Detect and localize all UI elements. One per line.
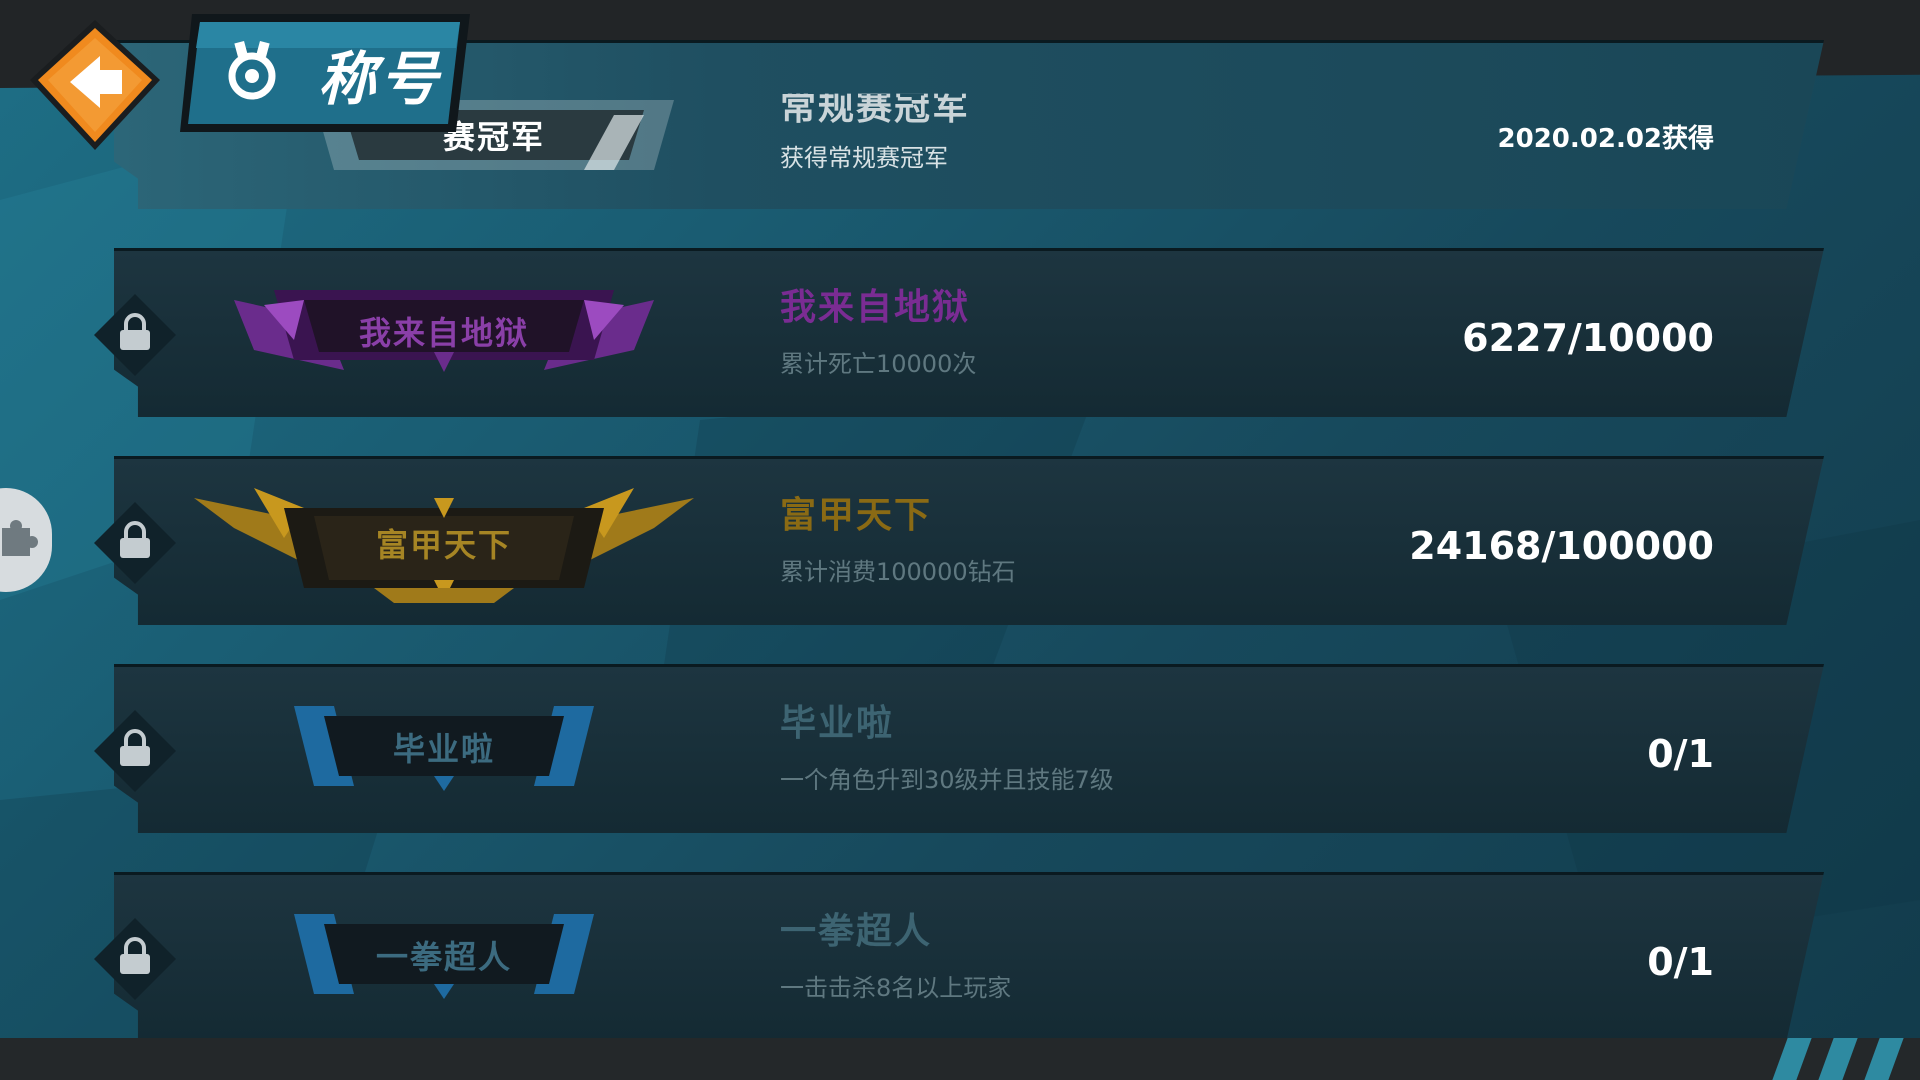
- title-description: 获得常规赛冠军: [780, 144, 948, 172]
- puzzle-icon: [2, 520, 38, 556]
- lock-badge: [84, 908, 184, 1008]
- title-description: 累计消费100000钻石: [780, 558, 1016, 586]
- title-name: 毕业啦: [780, 703, 895, 744]
- title-row[interactable]: 毕业啦 毕业啦 一个角色升到30级并且技能7级 0/1: [84, 664, 1824, 833]
- title-badge: 我来自地狱: [234, 260, 654, 400]
- earned-date: 2020.02.02获得: [1497, 124, 1714, 154]
- lock-badge: [84, 700, 184, 800]
- title-badge: 毕业啦: [234, 676, 654, 816]
- title-name: 我来自地狱: [780, 287, 971, 328]
- title-description: 一个角色升到30级并且技能7级: [780, 766, 1114, 794]
- title-badge: 一拳超人: [234, 884, 654, 1024]
- page-title: 称号: [318, 45, 443, 113]
- back-button[interactable]: [10, 10, 160, 160]
- badge-label: 我来自地狱: [358, 314, 529, 352]
- title-row[interactable]: 我来自地狱 我来自地狱 累计死亡10000次 6227/10000: [84, 248, 1824, 417]
- title-row[interactable]: 一拳超人 一拳超人 一击击杀8名以上玩家 0/1: [84, 872, 1824, 1041]
- title-badge: 富甲天下: [194, 468, 694, 608]
- title-row[interactable]: 富甲天下 富甲天下 累计消费100000钻石 24168/100000: [84, 456, 1824, 625]
- title-description: 一击击杀8名以上玩家: [780, 974, 1012, 1002]
- badge-label: 毕业啦: [392, 730, 495, 768]
- title-progress: 6227/10000: [1462, 316, 1714, 360]
- lock-icon: [120, 937, 150, 974]
- lock-badge: [84, 492, 184, 592]
- lock-icon: [120, 521, 150, 558]
- title-progress: 0/1: [1647, 732, 1714, 776]
- badge-label: 富甲天下: [375, 526, 512, 564]
- badge-label: 一拳超人: [375, 938, 512, 976]
- title-progress: 0/1: [1647, 940, 1714, 984]
- lock-icon: [120, 313, 150, 350]
- title-name: 一拳超人: [780, 911, 933, 952]
- title-description: 累计死亡10000次: [780, 350, 977, 378]
- lock-badge: [84, 284, 184, 384]
- title-progress: 24168/100000: [1409, 524, 1714, 568]
- title-name: 富甲天下: [780, 495, 933, 536]
- medal-icon: [228, 40, 276, 100]
- bottom-bar: [0, 1038, 1920, 1080]
- lock-icon: [120, 729, 150, 766]
